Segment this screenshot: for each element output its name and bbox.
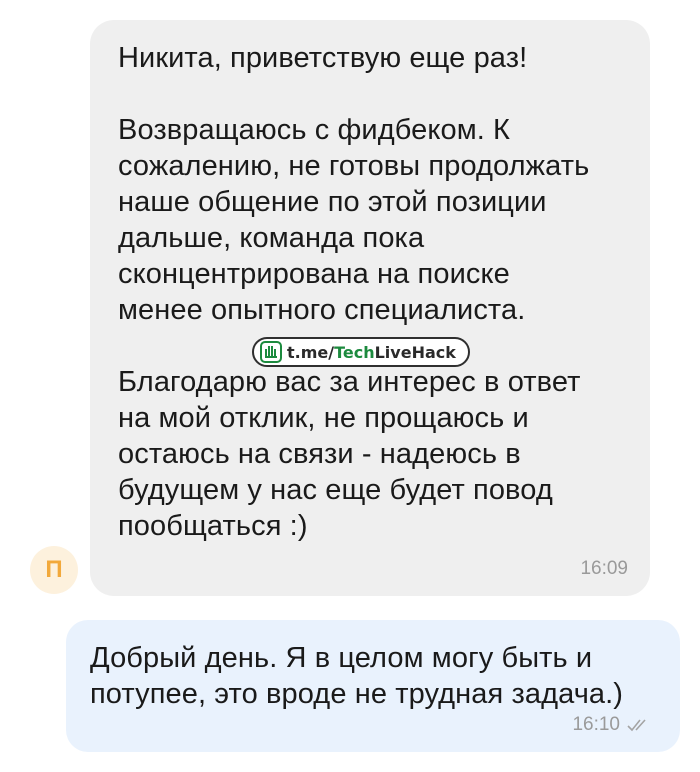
watermark-text-prefix: t.me/ bbox=[287, 342, 335, 362]
chat-thread: Никита, приветствую еще раз! Возвращаюсь… bbox=[0, 0, 700, 772]
outgoing-message-status: 16:10 bbox=[572, 714, 654, 736]
outgoing-message-time: 16:10 bbox=[572, 714, 620, 735]
green-hand-logo-icon bbox=[260, 341, 282, 363]
incoming-message-text: Никита, приветствую еще раз! Возвращаюсь… bbox=[118, 42, 590, 542]
incoming-message-bubble[interactable]: Никита, приветствую еще раз! Возвращаюсь… bbox=[90, 20, 650, 596]
outgoing-message-bubble[interactable]: Добрый день. Я в целом могу быть и потуп… bbox=[66, 620, 680, 752]
sender-avatar[interactable]: П bbox=[30, 546, 78, 594]
watermark-badge: t.me/Tech LiveHack bbox=[252, 337, 470, 367]
watermark-text-tech: Tech bbox=[334, 342, 375, 362]
incoming-message-time: 16:09 bbox=[580, 558, 628, 579]
watermark-text-suffix: LiveHack bbox=[374, 342, 456, 362]
outgoing-message-text: Добрый день. Я в целом могу быть и потуп… bbox=[90, 642, 624, 710]
avatar-letter: П bbox=[45, 556, 63, 583]
double-check-icon bbox=[627, 719, 646, 732]
